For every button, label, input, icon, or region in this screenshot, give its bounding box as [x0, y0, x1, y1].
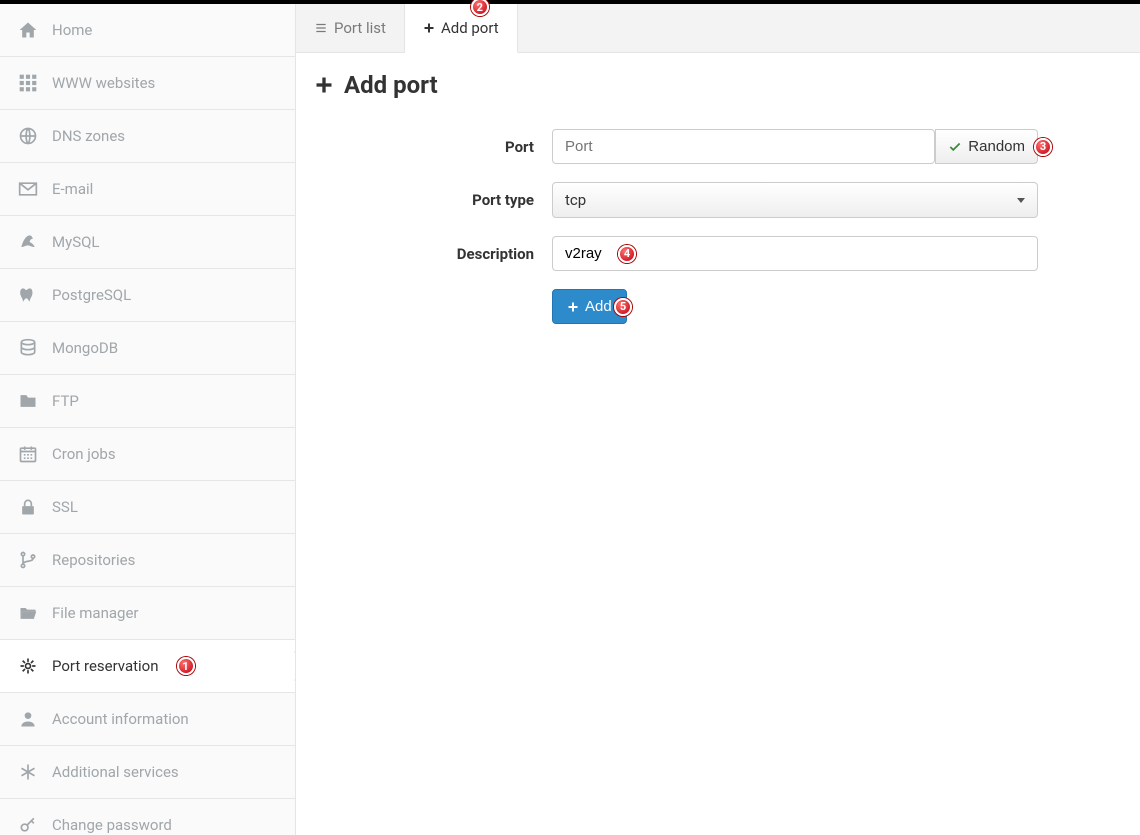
plus-icon	[423, 22, 435, 34]
sidebar-item-ssl[interactable]: SSL	[0, 481, 295, 534]
page-title-text: Add port	[344, 71, 438, 99]
branch-icon	[18, 550, 46, 570]
sidebar-item-port-reservation[interactable]: Port reservation 1	[0, 640, 295, 693]
form-row-description: Description 4	[314, 236, 1122, 271]
sidebar-item-account-information[interactable]: Account information	[0, 693, 295, 746]
grid-icon	[18, 73, 46, 93]
asterisk-icon	[18, 762, 46, 782]
check-icon	[948, 140, 962, 154]
page-title: Add port	[296, 53, 1140, 119]
sidebar-item-home[interactable]: Home	[0, 4, 295, 57]
sidebar-item-label: DNS zones	[52, 127, 125, 145]
sidebar-item-label: Port reservation	[52, 657, 159, 675]
annotation-badge: 4	[618, 245, 636, 263]
annotation-badge: 1	[177, 657, 195, 675]
add-button-label: Add	[585, 298, 612, 315]
sidebar-item-repositories[interactable]: Repositories	[0, 534, 295, 587]
sidebar-item-label: WWW websites	[52, 74, 155, 92]
annotation-badge: 3	[1034, 138, 1052, 156]
sidebar-item-label: PostgreSQL	[52, 286, 131, 304]
lock-icon	[18, 497, 46, 517]
sidebar-item-label: Account information	[52, 710, 189, 728]
sidebar-item-mongodb[interactable]: MongoDB	[0, 322, 295, 375]
sidebar-item-www-websites[interactable]: WWW websites	[0, 57, 295, 110]
plus-icon	[314, 75, 334, 95]
sidebar-item-label: Additional services	[52, 763, 179, 781]
port-type-select[interactable]: tcp	[552, 182, 1038, 218]
home-icon	[18, 20, 46, 40]
sidebar-item-change-password[interactable]: Change password	[0, 799, 295, 835]
tabs: Port list Add port 2	[296, 4, 1140, 53]
sidebar-item-label: Repositories	[52, 551, 135, 569]
sidebar-item-label: E-mail	[52, 180, 93, 198]
form-row-port-type: Port type tcp	[314, 182, 1122, 218]
description-label: Description	[314, 245, 552, 263]
port-input[interactable]	[552, 129, 935, 164]
sidebar-item-additional-services[interactable]: Additional services	[0, 746, 295, 799]
sidebar-item-dns-zones[interactable]: DNS zones	[0, 110, 295, 163]
sidebar-item-label: Change password	[52, 816, 172, 834]
mysql-icon	[18, 232, 46, 252]
chevron-down-icon	[1017, 198, 1025, 203]
sidebar-item-mysql[interactable]: MySQL	[0, 216, 295, 269]
sidebar-item-label: FTP	[52, 392, 79, 410]
folder-open-icon	[18, 603, 46, 623]
globe-icon	[18, 126, 46, 146]
tab-add-port[interactable]: Add port 2	[405, 4, 518, 53]
sidebar-item-ftp[interactable]: FTP	[0, 375, 295, 428]
sidebar-item-label: SSL	[52, 498, 78, 516]
tab-label: Add port	[441, 19, 499, 37]
sidebar-item-postgresql[interactable]: PostgreSQL	[0, 269, 295, 322]
sidebar-item-cron-jobs[interactable]: Cron jobs	[0, 428, 295, 481]
plus-icon	[567, 301, 579, 313]
annotation-badge: 5	[614, 298, 632, 316]
port-type-label: Port type	[314, 191, 552, 209]
envelope-icon	[18, 179, 46, 199]
sidebar: Home WWW websites DNS zones E-mail MySQL	[0, 4, 296, 835]
main-content: Port list Add port 2 Add port Port	[296, 4, 1140, 835]
user-icon	[18, 709, 46, 729]
port-type-selected: tcp	[565, 191, 586, 209]
key-icon	[18, 815, 46, 835]
folder-icon	[18, 391, 46, 411]
tab-label: Port list	[334, 19, 386, 37]
sidebar-item-label: MongoDB	[52, 339, 118, 357]
calendar-icon	[18, 444, 46, 464]
add-port-form: Port Random 3 Port type	[296, 119, 1140, 342]
sidebar-item-label: Home	[52, 21, 92, 39]
list-icon	[314, 21, 328, 35]
ports-icon	[18, 656, 46, 676]
tab-port-list[interactable]: Port list	[296, 4, 405, 52]
sidebar-item-label: MySQL	[52, 233, 100, 251]
sidebar-item-email[interactable]: E-mail	[0, 163, 295, 216]
port-label: Port	[314, 138, 552, 156]
sidebar-item-label: File manager	[52, 604, 138, 622]
postgresql-icon	[18, 285, 46, 305]
sidebar-item-label: Cron jobs	[52, 445, 116, 463]
form-row-port: Port Random 3	[314, 129, 1122, 164]
annotation-badge: 2	[471, 0, 489, 16]
database-icon	[18, 338, 46, 358]
sidebar-item-file-manager[interactable]: File manager	[0, 587, 295, 640]
random-button[interactable]: Random	[935, 129, 1038, 164]
form-row-submit: Add 5	[314, 289, 1122, 324]
random-label: Random	[968, 138, 1025, 155]
